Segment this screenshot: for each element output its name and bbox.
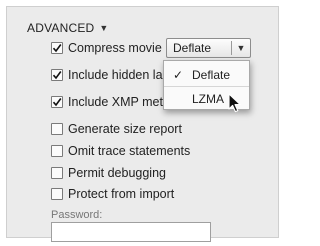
option-label: Include hidden la: [68, 68, 163, 82]
password-field[interactable]: [51, 222, 211, 242]
option-label: Permit debugging: [68, 166, 166, 180]
option-generate-size-report[interactable]: Generate size report: [51, 122, 182, 136]
chevron-down-icon: ▼: [236, 43, 246, 53]
option-label: Generate size report: [68, 122, 182, 136]
checkbox[interactable]: [51, 96, 63, 108]
option-include-hidden-layers[interactable]: Include hidden la: [51, 68, 163, 82]
checkbox[interactable]: [51, 188, 63, 200]
option-compress-movie[interactable]: Compress movie: [51, 41, 162, 55]
checkbox[interactable]: [51, 145, 63, 157]
menu-item-deflate[interactable]: ✓ Deflate: [164, 64, 249, 86]
option-label: Omit trace statements: [68, 144, 191, 158]
compression-select[interactable]: Deflate ▼: [166, 38, 251, 58]
option-label: Compress movie: [68, 41, 162, 55]
password-label: Password:: [51, 209, 103, 221]
checkbox[interactable]: [51, 42, 63, 54]
checkbox[interactable]: [51, 69, 63, 81]
option-protect-from-import[interactable]: Protect from import: [51, 187, 174, 201]
option-label: Protect from import: [68, 187, 175, 201]
advanced-section-toggle[interactable]: ADVANCED ▼: [27, 21, 109, 35]
mouse-pointer-icon: [228, 93, 241, 113]
compression-selected-value: Deflate: [173, 41, 212, 55]
menu-item-label: LZMA: [192, 92, 225, 106]
menu-item-label: Deflate: [192, 68, 231, 82]
option-permit-debugging[interactable]: Permit debugging: [51, 166, 166, 180]
check-icon: ✓: [173, 68, 184, 82]
option-label: Include XMP met: [68, 95, 163, 109]
checkbox[interactable]: [51, 167, 63, 179]
section-title: ADVANCED: [27, 21, 95, 35]
option-omit-trace-statements[interactable]: Omit trace statements: [51, 144, 190, 158]
triangle-down-icon: ▼: [99, 23, 109, 33]
menu-divider: [164, 86, 249, 87]
option-include-xmp-metadata[interactable]: Include XMP met: [51, 95, 163, 109]
checkbox[interactable]: [51, 123, 63, 135]
